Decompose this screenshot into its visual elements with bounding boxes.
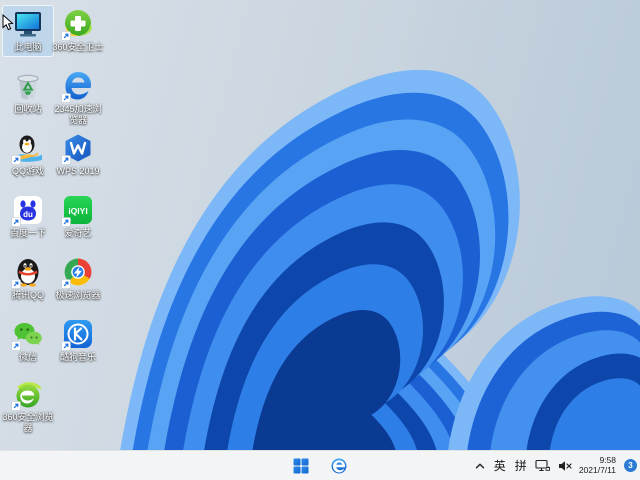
desktop-icon-label: 酷狗音乐 [59,352,96,362]
desktop-icon-360-browser[interactable]: 360安全浏览 器 [2,376,54,433]
network-icon [535,459,551,471]
desktop-icon-360-safety[interactable]: 360安全卫士 [52,6,104,56]
desktop-icon-label: 腾讯QQ [11,290,44,300]
desktop-icon-label: QQ游戏 [11,166,44,176]
desktop-icon-label: 2345加速浏 览器 [54,104,102,125]
tray-chevron-button[interactable] [474,461,486,471]
desktop-icon-2345-browser[interactable]: 2345加速浏 览器 [53,68,103,125]
desktop-icon-label: 极速浏览器 [55,290,101,300]
svg-text:iQIYI: iQIYI [68,206,87,216]
windows-desktop: 此电脑 360安全卫士回收站 2345加速浏 览器 QQ游戏 WPS 2019 du 百度一… [0,0,640,480]
kugou-music-icon [61,318,94,351]
windows-logo-icon [293,458,309,473]
iqiyi-icon: iQIYI [61,194,94,227]
desktop-icon-label: WPS 2019 [56,166,100,176]
desktop-area[interactable]: 此电脑 360安全卫士回收站 2345加速浏 览器 QQ游戏 WPS 2019 du 百度一… [0,0,640,451]
svg-text:du: du [23,210,33,219]
desktop-icon-label: 回收站 [14,104,42,114]
shortcut-arrow-icon [11,401,21,411]
360-safety-icon [61,8,94,41]
desktop-icon-wechat[interactable]: 微信 [3,316,53,366]
desktop-icon-label: 360安全浏览 器 [2,412,54,433]
desktop-icon-label: 爱奇艺 [64,228,92,238]
shortcut-arrow-icon [11,155,21,165]
recycle-bin-icon [12,70,44,102]
desktop-icon-speed-browser[interactable]: 极速浏览器 [53,254,103,304]
this-pc-icon [12,8,44,40]
qq-games-icon [11,132,44,165]
edge-browser-button[interactable] [323,453,355,478]
shortcut-arrow-icon [61,279,71,289]
wechat-icon [11,318,44,351]
notification-badge[interactable]: 3 [624,459,637,472]
360-browser-icon [11,378,44,411]
desktop-icon-baidu[interactable]: du 百度一下 [3,192,53,242]
clock-date: 2021/7/11 [578,464,616,475]
shortcut-arrow-icon [61,93,71,103]
tencent-qq-icon [11,256,44,289]
desktop-icon-label: 此电脑 [14,42,42,52]
network-tray-button[interactable] [535,459,551,473]
desktop-icon-iqiyi[interactable]: iQIYI 爱奇艺 [53,192,103,242]
chevron-up-icon [475,463,484,468]
desktop-icon-label: 微信 [18,352,37,362]
volume-muted-icon [558,460,572,471]
edge-icon [331,458,347,473]
mouse-cursor [2,13,14,32]
desktop-icon-label: 360安全卫士 [52,42,104,52]
start-button[interactable] [285,453,317,478]
shortcut-arrow-icon [61,341,71,351]
taskbar: 英 拼 9:58 2021/7/11 3 [0,450,640,480]
shortcut-arrow-icon [61,31,71,41]
desktop-icon-wps-2019[interactable]: WPS 2019 [53,130,103,180]
wps-2019-icon [61,132,94,165]
clock[interactable]: 9:58 2021/7/11 [578,455,616,475]
desktop-icon-kugou-music[interactable]: 酷狗音乐 [53,316,103,366]
shortcut-arrow-icon [11,279,21,289]
shortcut-arrow-icon [61,217,71,227]
shortcut-arrow-icon [61,155,71,165]
desktop-icon-tencent-qq[interactable]: 腾讯QQ [3,254,53,304]
shortcut-arrow-icon [11,341,21,351]
baidu-icon: du [11,194,44,227]
ime-mode-indicator[interactable]: 拼 [514,457,528,474]
shortcut-arrow-icon [11,217,21,227]
2345-browser-icon [61,70,94,103]
ime-language-indicator[interactable]: 英 [493,457,507,474]
desktop-icon-label: 百度一下 [9,228,46,238]
speed-browser-icon [61,256,94,289]
volume-tray-button[interactable] [558,460,572,472]
desktop-icon-recycle-bin[interactable]: 回收站 [3,68,53,118]
desktop-icon-qq-games[interactable]: QQ游戏 [3,130,53,180]
